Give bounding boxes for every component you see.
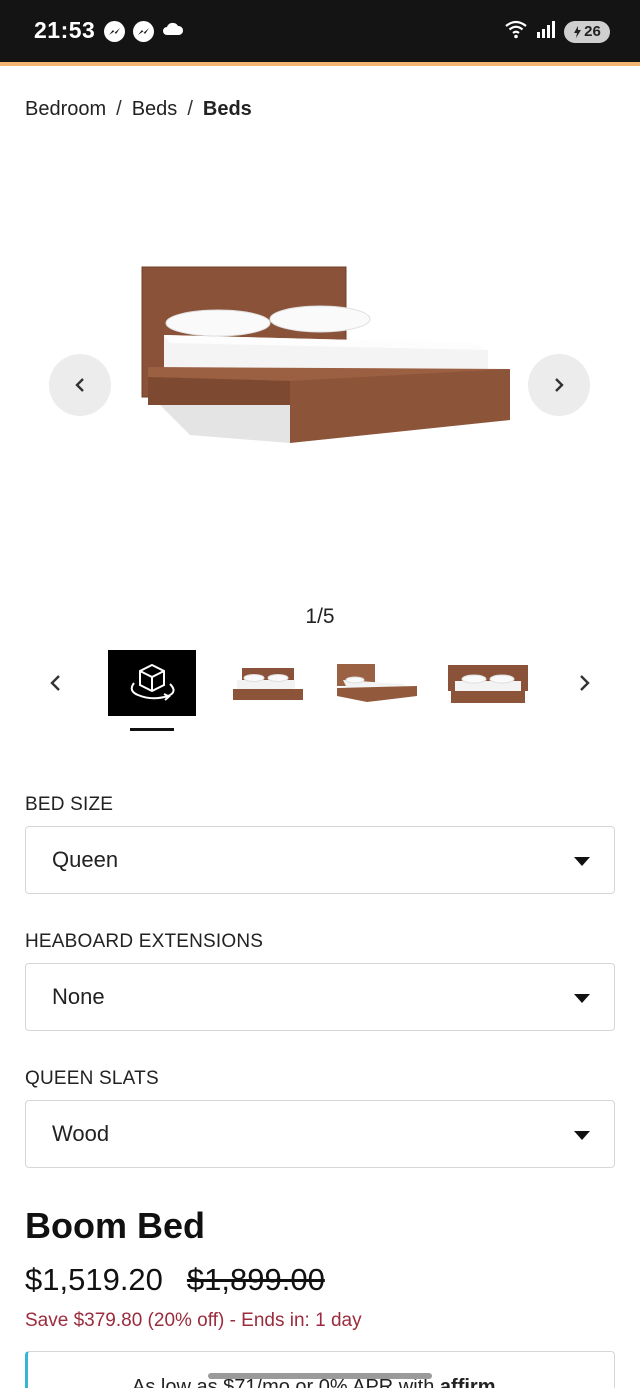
breadcrumb-bedroom[interactable]: Bedroom — [25, 98, 106, 121]
bed-size-select[interactable]: Queen — [25, 826, 615, 894]
caret-down-icon — [574, 857, 590, 866]
home-indicator[interactable] — [208, 1373, 432, 1379]
queen-slats-value: Wood — [52, 1121, 110, 1146]
thumbnail-3d-view[interactable] — [108, 650, 196, 716]
headboard-extensions-value: None — [52, 984, 105, 1009]
queen-slats-select[interactable]: Wood — [25, 1100, 615, 1168]
messenger-icon — [104, 21, 125, 42]
queen-slats-label: QUEEN SLATS — [25, 1068, 159, 1089]
system-icons: 26 — [504, 19, 610, 44]
active-thumbnail-indicator — [130, 728, 174, 731]
caret-down-icon — [574, 994, 590, 1003]
breadcrumb: Bedroom / Beds / Beds — [25, 98, 252, 121]
breadcrumb-separator: / — [116, 98, 122, 120]
bed-thumbnail-image — [337, 664, 417, 702]
thumbnail-bed-3[interactable] — [444, 650, 532, 716]
breadcrumb-beds[interactable]: Beds — [132, 98, 178, 121]
notification-icons — [104, 21, 184, 42]
affirm-logo: affirm — [439, 1376, 496, 1388]
bed-thumbnail-image — [233, 668, 303, 700]
status-time: 21:53 — [34, 17, 96, 43]
sale-price: $1,519.20 — [25, 1262, 163, 1297]
previous-image-button[interactable] — [49, 354, 111, 416]
headboard-extensions-select[interactable]: None — [25, 963, 615, 1031]
3d-view-icon — [130, 663, 175, 701]
thumbnail-next-button[interactable] — [567, 666, 601, 700]
signal-icon — [536, 20, 556, 43]
chevron-left-icon — [50, 675, 60, 691]
financing-banner[interactable]: As low as $71/mo or 0% APR with affirm — [25, 1351, 615, 1388]
product-title: Boom Bed — [25, 1205, 205, 1246]
accent-line — [0, 62, 640, 66]
breadcrumb-separator: / — [187, 98, 193, 120]
bed-thumbnail-image — [448, 665, 528, 703]
original-price: $1,899.00 — [186, 1262, 325, 1297]
savings-text: Save $379.80 (20% off) - Ends in: 1 day — [25, 1310, 362, 1331]
thumbnail-bed-1[interactable] — [221, 650, 309, 716]
battery-level: 26 — [584, 23, 601, 40]
chevron-left-icon — [75, 378, 84, 392]
wifi-icon — [504, 19, 528, 44]
status-bar: 21:53 26 — [0, 0, 640, 62]
thumbnail-bed-2[interactable] — [332, 650, 420, 716]
caret-down-icon — [574, 1131, 590, 1140]
messenger-icon — [133, 21, 154, 42]
thumbnail-prev-button[interactable] — [39, 666, 73, 700]
bed-size-value: Queen — [52, 847, 119, 872]
next-image-button[interactable] — [528, 354, 590, 416]
image-counter: 1/5 — [305, 605, 335, 628]
chevron-right-icon — [555, 378, 564, 392]
headboard-extensions-label: HEABOARD EXTENSIONS — [25, 931, 264, 952]
cloud-icon — [162, 22, 184, 41]
price-row: $1,519.20 $1,899.00 — [25, 1262, 325, 1298]
breadcrumb-current: Beds — [202, 98, 252, 120]
chevron-right-icon — [580, 675, 590, 691]
battery-icon: 26 — [564, 20, 610, 43]
product-image[interactable] — [130, 255, 520, 455]
bed-size-label: BED SIZE — [25, 794, 114, 815]
